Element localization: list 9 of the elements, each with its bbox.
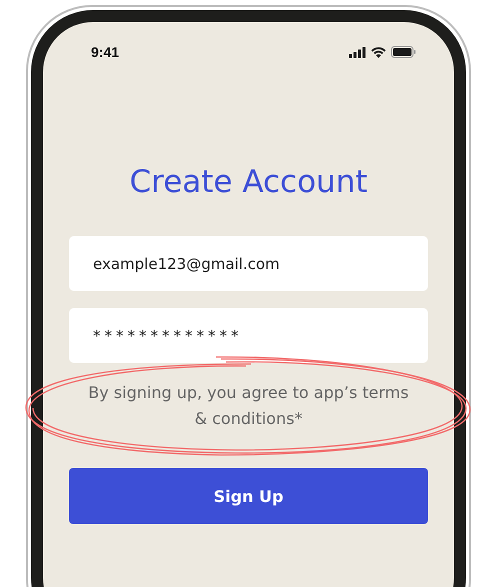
- signal-icon: [349, 46, 366, 58]
- password-field[interactable]: *************: [69, 308, 428, 363]
- status-time: 9:41: [91, 44, 120, 60]
- sign-up-button[interactable]: Sign Up: [69, 468, 428, 524]
- wifi-icon: [371, 46, 386, 58]
- page-title: Create Account: [128, 163, 369, 202]
- battery-icon: [391, 46, 416, 58]
- email-field[interactable]: example123@gmail.com: [69, 236, 428, 291]
- terms-text: By signing up, you agree to app’s terms & conditions*: [87, 382, 410, 430]
